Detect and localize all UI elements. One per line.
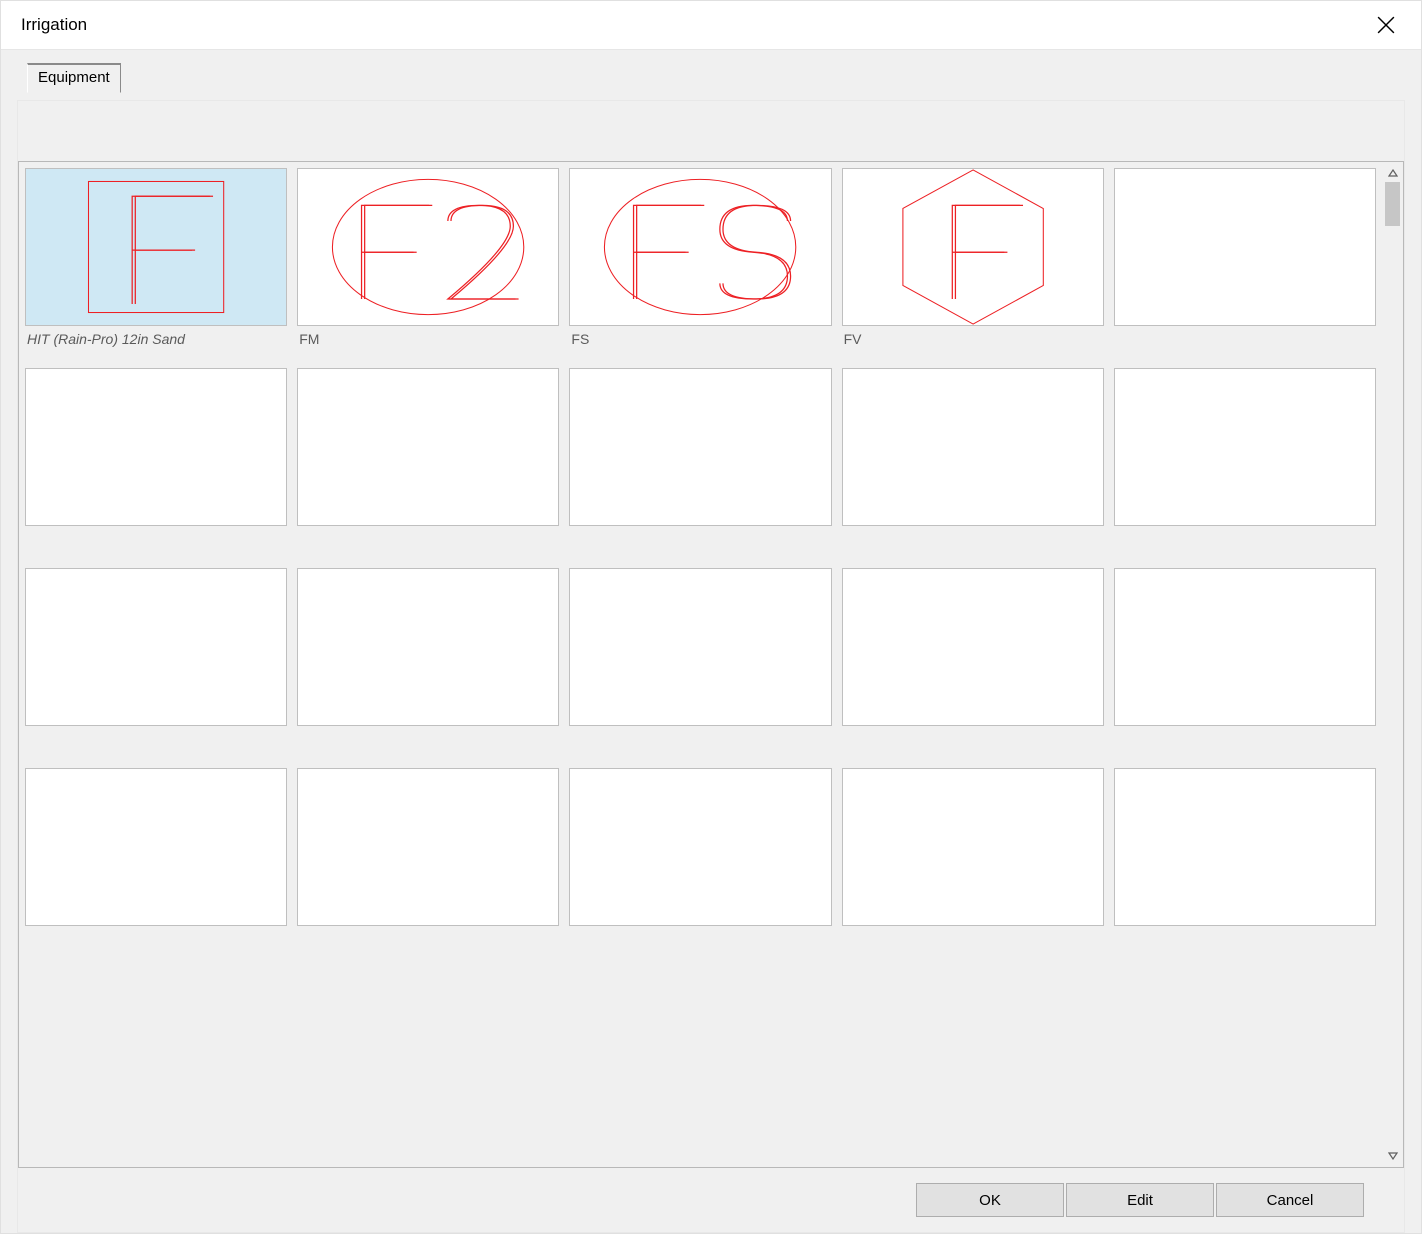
grid-cell: [1114, 568, 1376, 758]
grid-cell: FM: [297, 168, 559, 358]
symbol-thumb[interactable]: [1114, 768, 1376, 926]
symbol-thumb[interactable]: [1114, 368, 1376, 526]
symbol-thumb[interactable]: [297, 368, 559, 526]
symbol-label: [297, 526, 559, 558]
chevron-up-icon: [1388, 169, 1398, 177]
scroll-up-arrow[interactable]: [1384, 164, 1402, 182]
symbol-thumb[interactable]: [842, 368, 1104, 526]
scroll-thumb[interactable]: [1385, 182, 1400, 226]
grid-cell: [1114, 168, 1376, 358]
symbol-thumb[interactable]: [569, 568, 831, 726]
symbol-label: FM: [297, 326, 559, 358]
grid-cell: [297, 368, 559, 558]
symbol-thumb[interactable]: [842, 568, 1104, 726]
grid-cell: [297, 768, 559, 958]
symbol-thumb[interactable]: [25, 368, 287, 526]
symbol-label: [569, 726, 831, 758]
button-bar: OK Edit Cancel: [18, 1168, 1404, 1232]
grid-cell: [569, 368, 831, 558]
symbol-label: [1114, 726, 1376, 758]
close-button[interactable]: [1363, 2, 1409, 48]
symbol-label: [297, 726, 559, 758]
equipment-panel: HIT (Rain-Pro) 12in Sand FM FS FV: [17, 100, 1405, 1233]
titlebar: Irrigation: [1, 1, 1421, 49]
grid-cell: [569, 768, 831, 958]
tab-equipment[interactable]: Equipment: [27, 63, 121, 93]
symbol-label: [25, 526, 287, 558]
scroll-down-arrow[interactable]: [1384, 1147, 1402, 1165]
symbol-label: [25, 726, 287, 758]
grid-cell: [25, 768, 287, 958]
grid-cell: [1114, 768, 1376, 958]
window-title: Irrigation: [21, 15, 87, 35]
grid-cell: [842, 768, 1104, 958]
symbol-grid: HIT (Rain-Pro) 12in Sand FM FS FV: [19, 162, 1382, 964]
symbol-label: [569, 526, 831, 558]
symbol-label: FV: [842, 326, 1104, 358]
ok-button[interactable]: OK: [916, 1183, 1064, 1217]
panel-wrap: HIT (Rain-Pro) 12in Sand FM FS FV: [1, 100, 1421, 1233]
symbol-label: [842, 526, 1104, 558]
tab-row: Equipment: [1, 50, 1421, 100]
symbol-label: [297, 926, 559, 958]
symbol-thumb[interactable]: [569, 368, 831, 526]
client-area: Equipment HIT (Rain-Pro) 12in Sand FM FS FV: [1, 49, 1421, 1233]
grid-cell: FS: [569, 168, 831, 358]
symbol-label: [842, 926, 1104, 958]
grid-cell: [842, 568, 1104, 758]
symbol-thumb[interactable]: [1114, 168, 1376, 326]
grid-cell: [1114, 368, 1376, 558]
symbol-thumb[interactable]: [842, 168, 1104, 326]
grid-cell: [297, 568, 559, 758]
symbol-label: [1114, 926, 1376, 958]
grid-cell: FV: [842, 168, 1104, 358]
grid-cell: HIT (Rain-Pro) 12in Sand: [25, 168, 287, 358]
grid-cell: [569, 568, 831, 758]
symbol-thumb[interactable]: [842, 768, 1104, 926]
symbol-thumb[interactable]: [297, 768, 559, 926]
symbol-thumb[interactable]: [569, 768, 831, 926]
symbol-thumb[interactable]: [297, 568, 559, 726]
grid-cell: [842, 368, 1104, 558]
symbol-label: [25, 926, 287, 958]
symbol-thumb[interactable]: [25, 768, 287, 926]
symbol-label: [842, 726, 1104, 758]
cancel-button[interactable]: Cancel: [1216, 1183, 1364, 1217]
scroll-track[interactable]: [1382, 182, 1403, 1147]
symbol-thumb[interactable]: [1114, 568, 1376, 726]
edit-button[interactable]: Edit: [1066, 1183, 1214, 1217]
symbol-label: [1114, 526, 1376, 558]
symbol-label: [569, 926, 831, 958]
grid-scroll: HIT (Rain-Pro) 12in Sand FM FS FV: [18, 161, 1382, 1168]
symbol-thumb[interactable]: [25, 168, 287, 326]
symbol-thumb[interactable]: [569, 168, 831, 326]
symbol-label: [1114, 326, 1376, 358]
symbol-thumb[interactable]: [297, 168, 559, 326]
grid-frame: HIT (Rain-Pro) 12in Sand FM FS FV: [18, 161, 1404, 1168]
grid-cell: [25, 368, 287, 558]
symbol-label: HIT (Rain-Pro) 12in Sand: [25, 326, 287, 358]
grid-cell: [25, 568, 287, 758]
symbol-thumb[interactable]: [25, 568, 287, 726]
symbol-label: FS: [569, 326, 831, 358]
vertical-scrollbar[interactable]: [1382, 161, 1404, 1168]
chevron-down-icon: [1388, 1152, 1398, 1160]
irrigation-window: Irrigation Equipment HIT (Rain-Pro) 12in…: [0, 0, 1422, 1234]
close-icon: [1377, 16, 1395, 34]
